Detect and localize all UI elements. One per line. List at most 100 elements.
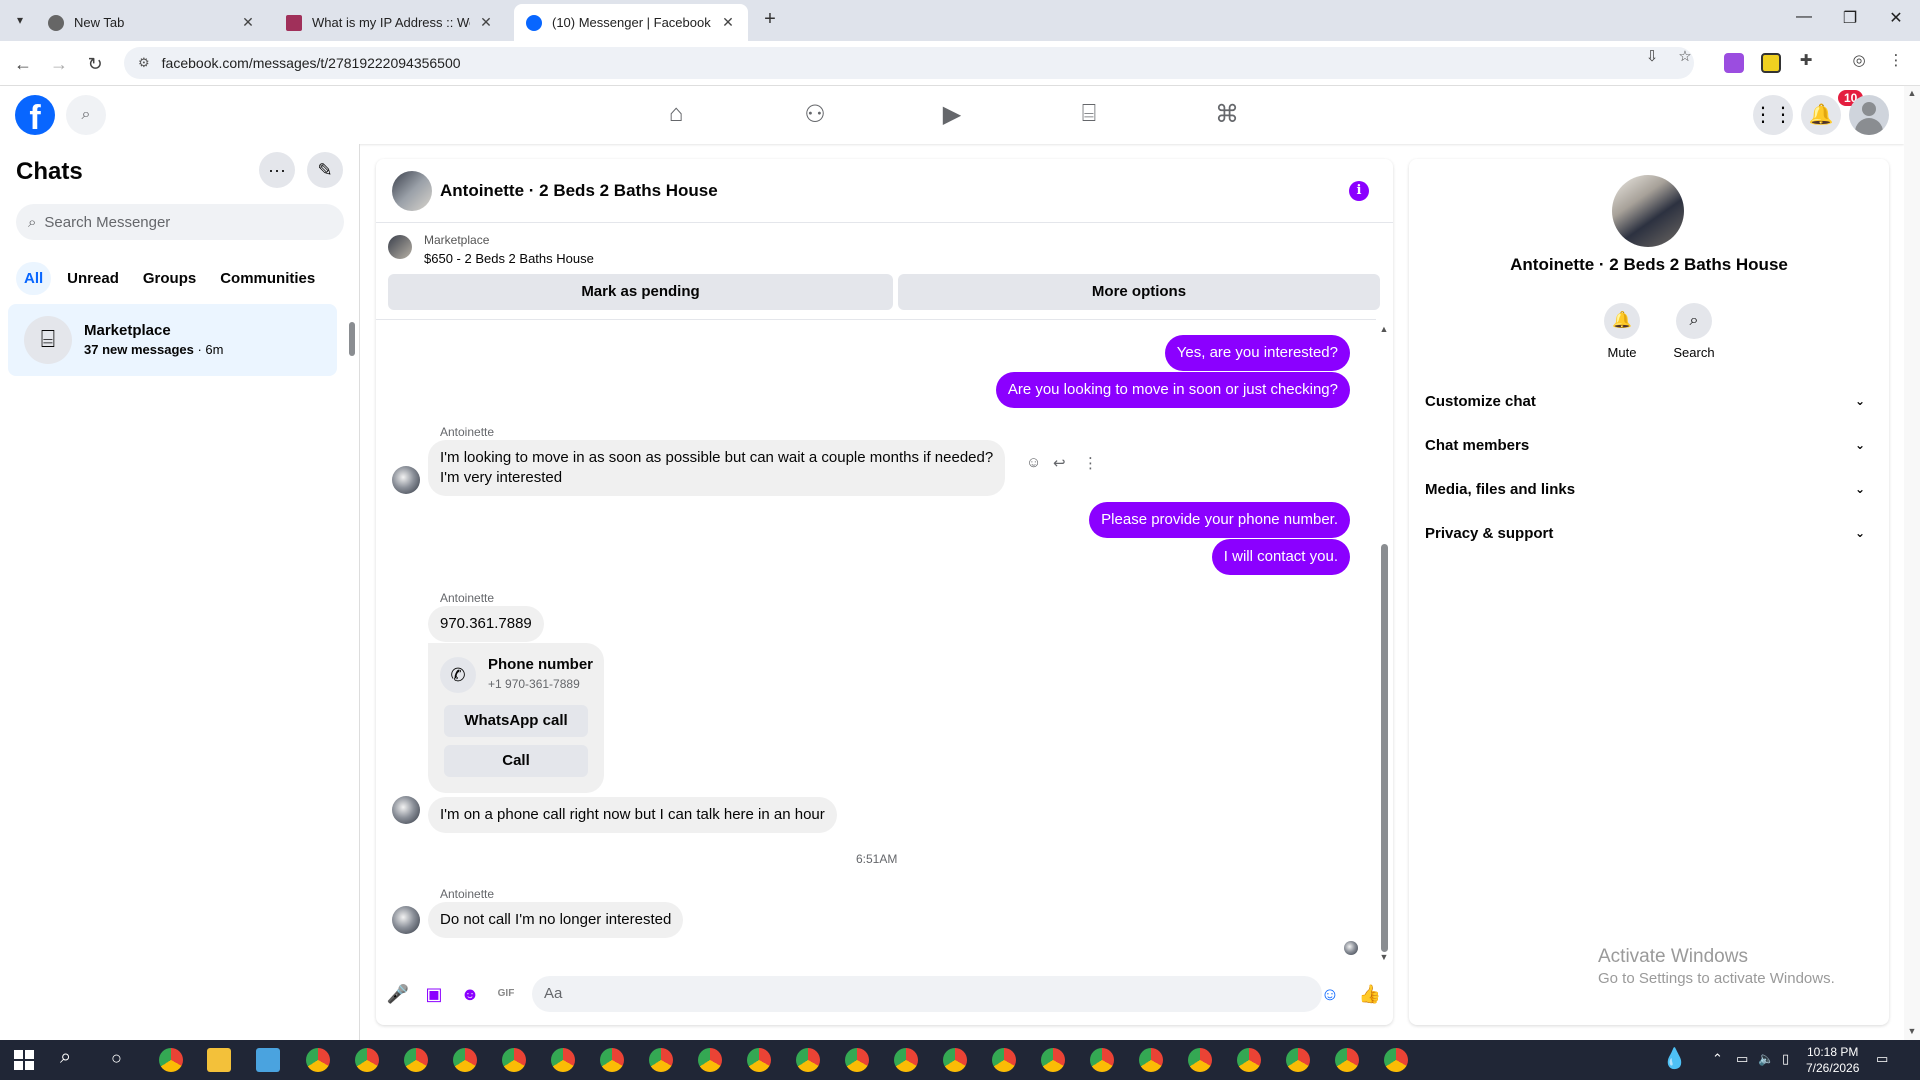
mark-as-pending-button[interactable]: Mark as pending bbox=[388, 274, 893, 310]
sender-avatar[interactable] bbox=[392, 796, 420, 824]
tab-search-button[interactable]: ▾ bbox=[10, 10, 30, 30]
reload-button[interactable]: ↻ bbox=[82, 51, 108, 77]
chrome-icon[interactable] bbox=[1384, 1048, 1408, 1072]
like-thumb-icon[interactable]: 👍 bbox=[1358, 982, 1382, 1006]
mute-action[interactable]: 🔔 Mute bbox=[1592, 303, 1652, 360]
close-window-button[interactable]: ✕ bbox=[1876, 8, 1916, 28]
incoming-message[interactable]: Do not call I'm no longer interested bbox=[428, 902, 684, 938]
chrome-icon[interactable] bbox=[1237, 1048, 1261, 1072]
tab-messenger[interactable]: (10) Messenger | Facebook ✕ bbox=[514, 4, 748, 41]
chrome-icon[interactable] bbox=[551, 1048, 575, 1072]
chats-scrollbar[interactable] bbox=[348, 310, 356, 370]
search-icon[interactable]: ⌕ bbox=[60, 1046, 71, 1069]
outgoing-message[interactable]: Please provide your phone number. bbox=[1089, 502, 1350, 538]
close-icon[interactable]: ✕ bbox=[478, 14, 494, 31]
incoming-message[interactable]: 970.361.7889 bbox=[428, 606, 544, 642]
home-icon[interactable]: ⌂ bbox=[656, 100, 696, 132]
search-action[interactable]: ⌕ Search bbox=[1664, 303, 1724, 360]
network-icon[interactable]: ▭ bbox=[1736, 1051, 1748, 1067]
photo-icon[interactable]: ▣ bbox=[422, 982, 446, 1006]
restore-button[interactable]: ❐ bbox=[1830, 8, 1870, 28]
new-message-icon[interactable]: ✎ bbox=[307, 152, 343, 188]
system-clock[interactable]: 10:18 PM 7/26/2026 bbox=[1806, 1044, 1859, 1076]
message-input[interactable]: Aa bbox=[532, 976, 1322, 1012]
chrome-icon[interactable] bbox=[796, 1048, 820, 1072]
chrome-icon[interactable] bbox=[1188, 1048, 1212, 1072]
page-scrollbar[interactable]: ▲ ▼ bbox=[1904, 86, 1920, 1040]
facebook-logo[interactable]: f bbox=[15, 95, 55, 137]
chrome-icon[interactable] bbox=[943, 1048, 967, 1072]
filter-communities[interactable]: Communities bbox=[212, 262, 323, 295]
conversation-avatar[interactable] bbox=[392, 171, 432, 211]
chrome-icon[interactable] bbox=[1090, 1048, 1114, 1072]
chrome-icon[interactable] bbox=[845, 1048, 869, 1072]
whatsapp-call-button[interactable]: WhatsApp call bbox=[444, 705, 588, 737]
bookmark-star-icon[interactable]: ☆ bbox=[1674, 47, 1696, 65]
outgoing-message[interactable]: Are you looking to move in soon or just … bbox=[995, 372, 1350, 408]
video-icon[interactable]: ▶ bbox=[932, 100, 972, 132]
water-drop-icon[interactable]: 💧 bbox=[1662, 1046, 1687, 1071]
reply-icon[interactable]: ↩ bbox=[1053, 454, 1066, 472]
chrome-icon[interactable] bbox=[600, 1048, 624, 1072]
site-info-icon[interactable]: ⚙ bbox=[138, 55, 150, 71]
filter-all[interactable]: All bbox=[16, 262, 52, 295]
battery-icon[interactable]: ▯ bbox=[1782, 1051, 1789, 1067]
account-avatar[interactable] bbox=[1849, 95, 1889, 135]
chat-item-marketplace[interactable]: ⌸ Marketplace 37 new messages · 6m bbox=[8, 304, 337, 376]
notepad-icon[interactable] bbox=[256, 1048, 280, 1072]
chrome-icon[interactable] bbox=[747, 1048, 771, 1072]
notifications-bell-icon[interactable]: 🔔 bbox=[1801, 95, 1841, 135]
listing-thumbnail[interactable] bbox=[388, 235, 412, 259]
extension-icon[interactable] bbox=[1761, 53, 1781, 73]
chrome-icon[interactable] bbox=[159, 1048, 183, 1072]
marketplace-icon[interactable]: ⌸ bbox=[1069, 100, 1109, 132]
chrome-icon[interactable] bbox=[698, 1048, 722, 1072]
extension-icon[interactable] bbox=[1724, 53, 1744, 73]
minimize-button[interactable]: — bbox=[1784, 8, 1824, 26]
search-icon[interactable]: ⌕ bbox=[66, 95, 106, 135]
chrome-icon[interactable] bbox=[355, 1048, 379, 1072]
more-options-button[interactable]: More options bbox=[898, 274, 1380, 310]
chrome-icon[interactable] bbox=[894, 1048, 918, 1072]
menu-grid-icon[interactable]: ⋮⋮ bbox=[1753, 95, 1793, 135]
emoji-icon[interactable]: ☺ bbox=[1318, 982, 1342, 1006]
chrome-icon[interactable] bbox=[1335, 1048, 1359, 1072]
chrome-icon[interactable] bbox=[1139, 1048, 1163, 1072]
filter-groups[interactable]: Groups bbox=[135, 262, 204, 295]
microphone-icon[interactable]: 🎤 bbox=[386, 982, 410, 1006]
conversation-scrollbar[interactable]: ▲ ▼ bbox=[1379, 324, 1389, 964]
more-icon[interactable]: ⋮ bbox=[1083, 454, 1098, 472]
task-view-icon[interactable]: ○ bbox=[111, 1048, 122, 1069]
new-tab-button[interactable]: + bbox=[758, 8, 782, 31]
back-button[interactable]: ← bbox=[10, 51, 36, 77]
sender-avatar[interactable] bbox=[392, 466, 420, 494]
info-icon[interactable]: i bbox=[1349, 181, 1369, 201]
gif-icon[interactable]: GIF bbox=[494, 982, 518, 1006]
gaming-icon[interactable]: ⌘ bbox=[1207, 100, 1247, 132]
search-messenger-input[interactable]: ⌕ Search Messenger bbox=[16, 204, 344, 240]
chrome-icon[interactable] bbox=[1286, 1048, 1310, 1072]
close-icon[interactable]: ✕ bbox=[240, 14, 256, 31]
profile-icon[interactable]: ◎ bbox=[1848, 51, 1870, 69]
call-button[interactable]: Call bbox=[444, 745, 588, 777]
privacy-support-section[interactable]: Privacy & support ⌄ bbox=[1425, 511, 1873, 555]
media-files-links-section[interactable]: Media, files and links ⌄ bbox=[1425, 467, 1873, 511]
chat-options-icon[interactable]: ··· bbox=[259, 152, 295, 188]
incoming-message[interactable]: I'm looking to move in as soon as possib… bbox=[428, 440, 1006, 496]
react-icon[interactable]: ☺ bbox=[1026, 454, 1041, 471]
profile-picture[interactable] bbox=[1612, 175, 1684, 247]
tab-new-tab[interactable]: New Tab ✕ bbox=[36, 4, 268, 41]
windows-start-icon[interactable] bbox=[14, 1050, 34, 1070]
install-app-icon[interactable]: ⇩ bbox=[1641, 47, 1663, 65]
friends-icon[interactable]: ⚇ bbox=[795, 100, 835, 132]
sticker-icon[interactable]: ☻ bbox=[458, 982, 482, 1006]
chrome-icon[interactable] bbox=[453, 1048, 477, 1072]
chrome-icon[interactable] bbox=[502, 1048, 526, 1072]
outgoing-message[interactable]: Yes, are you interested? bbox=[1164, 335, 1350, 371]
chat-members-section[interactable]: Chat members ⌄ bbox=[1425, 423, 1873, 467]
chrome-icon[interactable] bbox=[1041, 1048, 1065, 1072]
customize-chat-section[interactable]: Customize chat ⌄ bbox=[1425, 379, 1873, 423]
filter-unread[interactable]: Unread bbox=[59, 262, 127, 295]
listing-title[interactable]: $650 - 2 Beds 2 Baths House bbox=[424, 251, 594, 266]
conversation-title[interactable]: Antoinette · 2 Beds 2 Baths House bbox=[440, 181, 718, 201]
